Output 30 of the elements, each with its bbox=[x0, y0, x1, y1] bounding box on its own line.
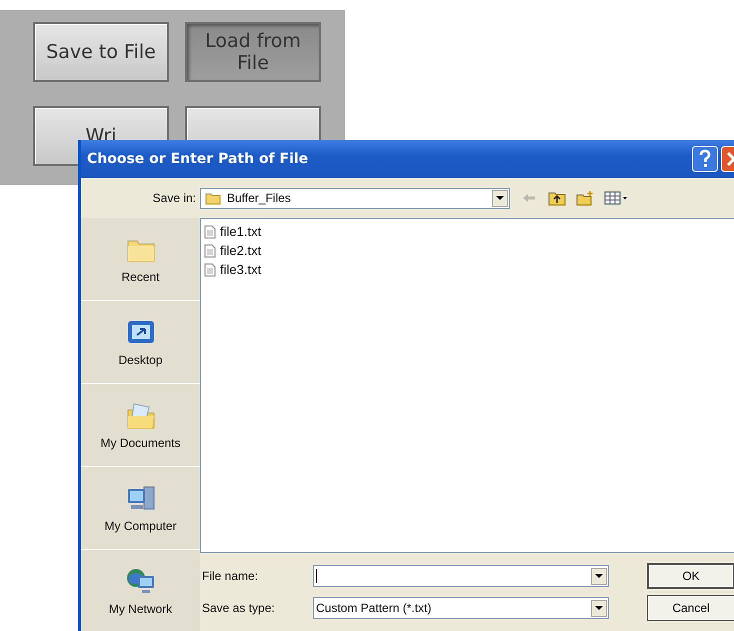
view-menu-icon[interactable] bbox=[604, 190, 628, 206]
help-button[interactable] bbox=[692, 146, 718, 172]
new-folder-icon[interactable] bbox=[576, 190, 594, 206]
panel-button[interactable]: Save to File bbox=[33, 22, 169, 82]
text-file-icon bbox=[204, 244, 216, 258]
file-item[interactable]: file2.txt bbox=[204, 241, 262, 260]
place-label: Desktop bbox=[118, 353, 163, 367]
dropdown-arrow-icon[interactable] bbox=[496, 196, 504, 200]
save-as-type-label: Save as type: bbox=[201, 601, 276, 615]
file-name-label: File name: bbox=[201, 569, 260, 583]
save-in-label: Save in: bbox=[152, 191, 197, 205]
file-item[interactable]: file1.txt bbox=[204, 222, 262, 241]
up-folder-icon[interactable] bbox=[548, 190, 566, 206]
dropdown-arrow-icon[interactable] bbox=[595, 606, 603, 610]
ok-button[interactable]: OK bbox=[647, 563, 734, 589]
save-in-dropdown[interactable]: Buffer_Files bbox=[200, 188, 510, 208]
save-as-type-dropdown[interactable]: Custom Pattern (*.txt) bbox=[313, 597, 609, 619]
place-label: My Documents bbox=[100, 436, 181, 450]
text-file-icon bbox=[204, 224, 216, 238]
place-label: My Computer bbox=[104, 519, 177, 533]
place-item[interactable]: My Network bbox=[81, 550, 200, 631]
dropdown-arrow-icon[interactable] bbox=[595, 574, 603, 578]
place-label: Recent bbox=[121, 270, 160, 284]
text-file-icon bbox=[204, 262, 216, 276]
file-name-field[interactable] bbox=[313, 565, 609, 587]
place-label: My Network bbox=[108, 602, 172, 616]
panel-button[interactable]: Load from File bbox=[185, 22, 321, 82]
folder-icon bbox=[205, 192, 221, 204]
file-item[interactable]: file3.txt bbox=[204, 260, 262, 279]
cancel-button[interactable]: Cancel bbox=[647, 595, 734, 621]
